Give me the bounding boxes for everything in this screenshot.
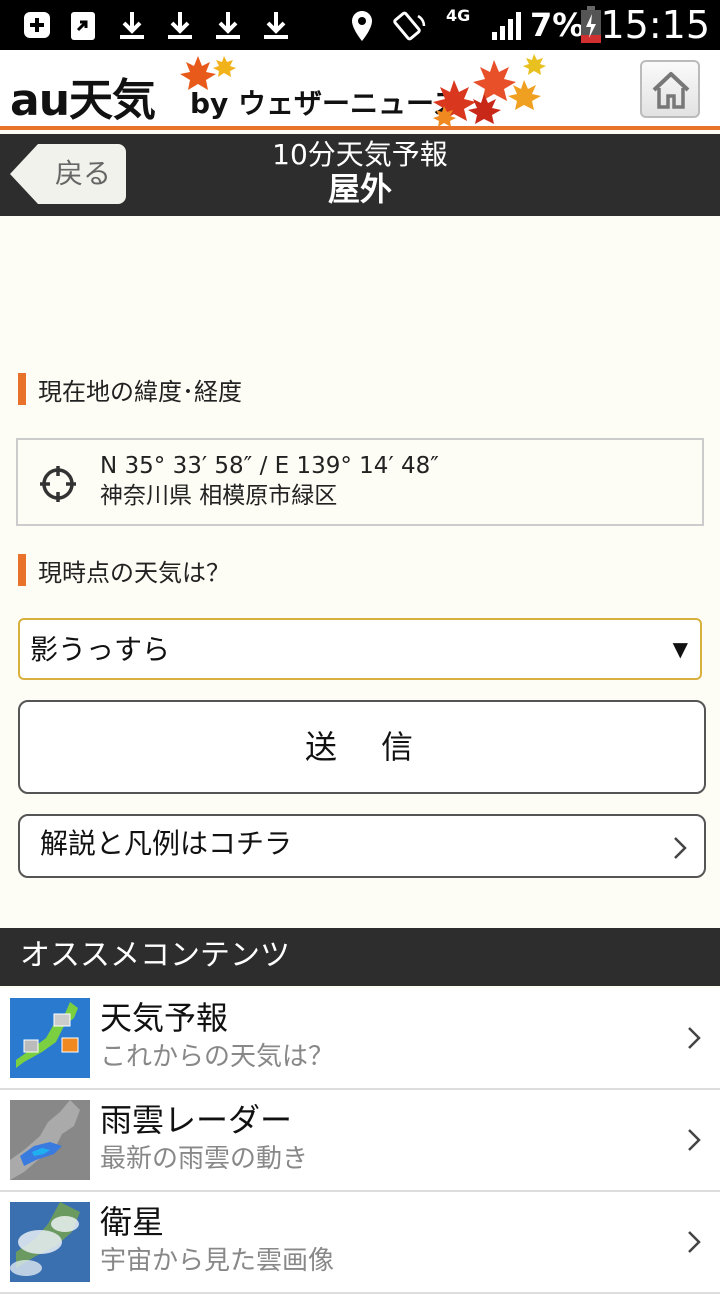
recommend-heading: オススメコンテンツ: [20, 938, 290, 973]
logo-tenki: 天気: [69, 75, 156, 126]
recommend-item-title: 雨雲レーダー: [100, 1101, 293, 1139]
recommend-item-subtitle: これからの天気は？: [100, 1042, 335, 1072]
location-heading: 現在地の緯度･経度: [18, 373, 242, 406]
app-notification-icon: [71, 12, 95, 40]
home-icon: [652, 72, 690, 109]
weather-heading: 現時点の天気は？: [18, 554, 230, 587]
recommend-item-title: 衛星: [100, 1203, 165, 1241]
heading-marker: [18, 554, 26, 586]
brand-header: au天気 by ウェザーニュース: [0, 50, 720, 130]
title-bar: 戻る 10分天気予報 屋外: [0, 134, 720, 216]
recommend-item-satellite[interactable]: 衛星 宇宙から見た雲画像: [0, 1192, 720, 1294]
download-icon: [168, 12, 192, 39]
by-weathernews: by ウェザーニュース: [190, 87, 461, 120]
location-pin-icon: [352, 11, 372, 41]
japan-map-thumbnail: [10, 998, 90, 1078]
recommend-header: オススメコンテンツ: [0, 928, 720, 986]
page-subtitle: 屋外: [327, 170, 392, 208]
download-icon: [120, 12, 144, 39]
send-button[interactable]: 送 信: [18, 700, 706, 794]
recommend-item-radar[interactable]: 雨雲レーダー 最新の雨雲の動き: [0, 1090, 720, 1192]
page-title: 10分天気予報: [272, 138, 448, 171]
network-type: 4G: [446, 6, 471, 25]
location-heading-text: 現在地の緯度･経度: [38, 377, 242, 406]
guide-label: 解説と凡例はコチラ: [40, 827, 293, 860]
rain-radar-thumbnail: [10, 1100, 90, 1180]
app-logo[interactable]: au天気: [10, 64, 156, 128]
location-target-icon: [40, 466, 76, 502]
guide-link-button[interactable]: 解説と凡例はコチラ: [18, 814, 706, 878]
chevron-right-icon: [688, 1129, 701, 1151]
battery-charging-icon: [581, 6, 601, 43]
chevron-right-icon: [688, 1027, 701, 1049]
weather-select-value: 影うっすら: [30, 633, 171, 666]
recommend-item-title: 天気予報: [100, 999, 229, 1037]
coordinates: N 35° 33′ 58″ / E 139° 14′ 48″: [100, 453, 439, 479]
battery-percent: 7%: [530, 6, 585, 44]
satellite-thumbnail: [10, 1202, 90, 1282]
heading-marker: [18, 373, 26, 405]
recommend-item-forecast[interactable]: 天気予報 これからの天気は？: [0, 988, 720, 1090]
weather-heading-text: 現時点の天気は？: [38, 558, 230, 587]
dropdown-arrow-icon: ▼: [672, 637, 688, 661]
autumn-leaves-decoration: [433, 54, 546, 127]
logo-au: au: [10, 75, 70, 126]
weather-select[interactable]: 影うっすら ▼: [18, 618, 702, 680]
download-icon: [264, 12, 288, 39]
chevron-right-icon: [688, 1231, 701, 1253]
chevron-right-icon: [674, 837, 687, 859]
home-button[interactable]: [640, 60, 700, 118]
download-icon: [216, 12, 240, 39]
signal-icon: [492, 12, 521, 40]
location-box: N 35° 33′ 58″ / E 139° 14′ 48″ 神奈川県 相模原市…: [16, 438, 704, 526]
rotation-icon: [393, 11, 426, 41]
add-notification-icon: [24, 12, 50, 38]
place-name: 神奈川県 相模原市緑区: [100, 483, 338, 509]
status-bar: 4G 7% 15:15: [0, 0, 720, 50]
clock: 15:15: [600, 3, 710, 47]
recommend-item-subtitle: 最新の雨雲の動き: [100, 1144, 309, 1174]
recommend-item-subtitle: 宇宙から見た雲画像: [100, 1246, 335, 1276]
